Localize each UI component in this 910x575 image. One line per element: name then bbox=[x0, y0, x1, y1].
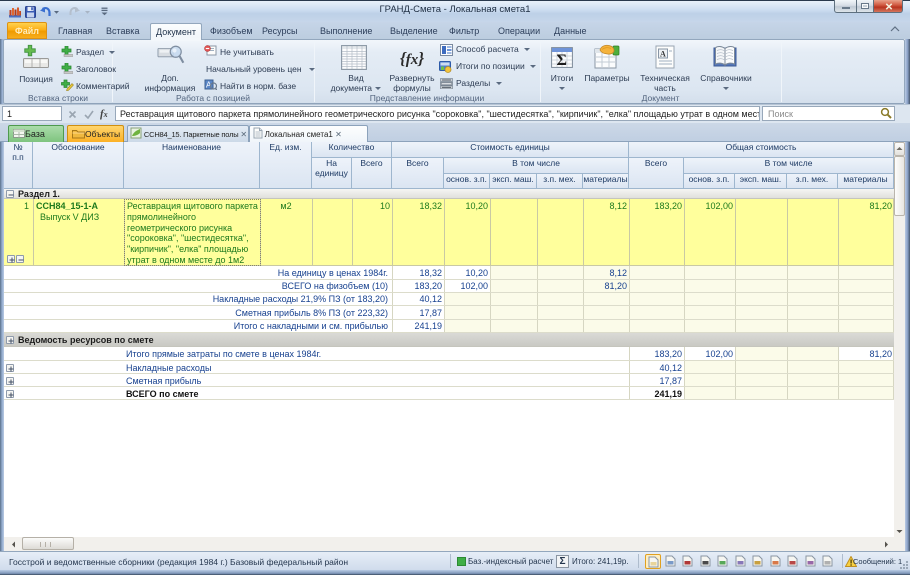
svg-text:Σ: Σ bbox=[557, 52, 567, 68]
svg-text:A: A bbox=[660, 50, 666, 59]
